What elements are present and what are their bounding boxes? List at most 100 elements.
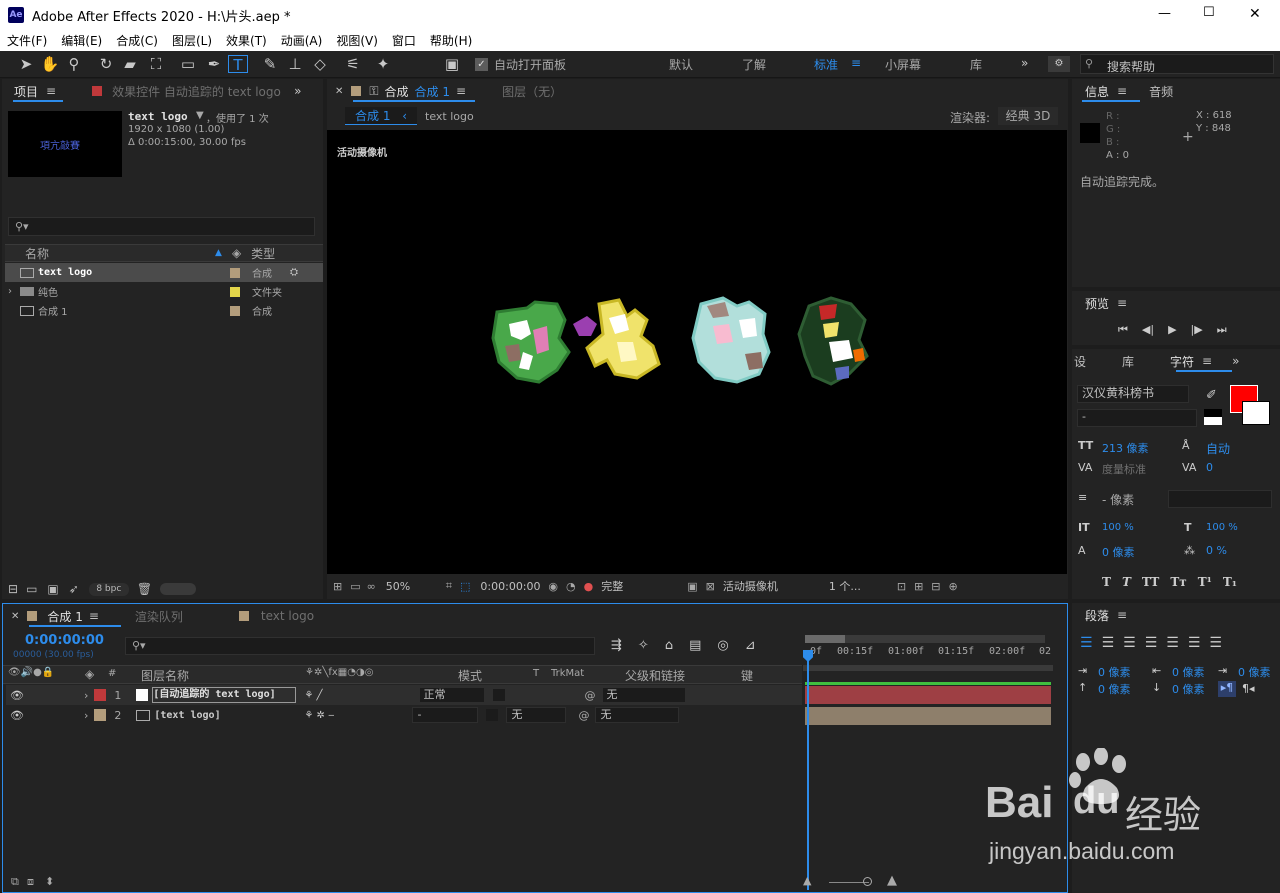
breadcrumb-text-logo[interactable]: text logo [425,110,474,123]
zoom-select[interactable]: 50% [386,580,444,593]
layer-switches-icon[interactable]: ⚘ ✲ ‒ [304,710,334,721]
comp-mini-flowchart-icon[interactable]: ⇶ [611,638,622,653]
snapping-icon[interactable]: ▣ [442,55,462,73]
always-preview-icon[interactable]: ⊞ [333,580,342,593]
reset-exposure-icon[interactable]: ⊡ [897,580,906,593]
zoom-in-icon[interactable]: ▲ [887,873,897,888]
layer-name[interactable]: [text logo] [154,710,300,721]
close-button[interactable]: ✕ [1249,6,1261,22]
sort-arrow-icon[interactable]: ▲ [215,248,222,258]
swap-colors-icon[interactable] [1204,409,1222,425]
trkmat-select[interactable]: 无 [506,707,567,723]
ltr-direction-icon[interactable]: ▸¶ [1218,681,1236,697]
preserve-transparency-toggle[interactable] [486,709,499,721]
tab-library[interactable]: 库 [1122,353,1134,370]
superscript-button[interactable]: T¹ [1198,575,1212,589]
col-type-header[interactable]: 类型 [251,245,275,262]
text-logo-tab[interactable]: text logo [261,609,314,623]
align-left-icon[interactable]: ☰ [1080,635,1093,651]
delete-icon[interactable]: 🗑 [137,582,152,596]
justify-left-icon[interactable]: ☰ [1145,635,1158,651]
indent-left-value[interactable]: 0 像素 [1098,664,1131,680]
layer-tab[interactable]: 图层（无） [502,83,562,100]
frame-blending-icon[interactable]: ▤ [689,638,701,653]
font-family-select[interactable]: 汉仪黄科榜书 [1077,385,1189,403]
preserve-transparency-toggle[interactable] [492,689,505,701]
layer-row[interactable]: 👁 › 1 [自动追踪的 text logo] ⚘ ╱ 正常 @ 无 [6,685,802,705]
close-timeline-tab-icon[interactable]: ✕ [11,611,19,622]
viewer-timecode[interactable]: 0:00:00:00 [480,580,546,593]
preview-menu-icon[interactable]: ≡ [1117,296,1127,310]
selected-item-dropdown-icon[interactable]: ▼ [196,110,204,121]
project-tab-menu-icon[interactable]: ≡ [46,84,56,98]
project-item-row[interactable]: text logo 合成 ⛭ [5,263,323,282]
project-scroll[interactable] [160,583,197,595]
faux-italic-button[interactable]: T [1122,575,1131,589]
draft-3d-icon[interactable]: ✧ [638,638,649,653]
interpret-footage-icon[interactable]: ⊟ [8,582,18,596]
justify-center-icon[interactable]: ☰ [1166,635,1179,651]
current-time-indicator[interactable] [807,660,809,890]
preview-tab[interactable]: 预览 [1085,295,1109,312]
leading-value[interactable]: 自动 [1206,440,1230,457]
toggle-transfer-icon[interactable]: ⧈ [27,875,34,889]
workspace-small-screen[interactable]: 小屏幕 [885,56,921,73]
channel-icon[interactable]: ● [584,580,594,593]
roto-brush-tool-icon[interactable]: ⚟ [343,55,363,73]
small-caps-button[interactable]: Tт [1170,575,1186,589]
selection-tool-icon[interactable]: ➤ [16,55,36,73]
comp-tab-label[interactable]: 合成 [385,83,409,100]
last-frame-icon[interactable]: ⏭ [1217,323,1227,337]
timeline-timecode[interactable]: 0:00:00:00 [25,633,104,648]
col-keys[interactable]: 键 [741,667,753,684]
render-queue-icon[interactable]: ➶ [69,582,79,596]
menu-layer[interactable]: 图层(L) [165,32,219,49]
comp-flowchart-icon[interactable]: ⊞ [914,580,923,593]
auto-open-checkbox[interactable]: ✓ [475,58,488,71]
render-queue-tab[interactable]: 渲染队列 [135,608,183,625]
comp-viewer[interactable]: 活动摄像机 [327,130,1067,574]
visibility-eye-icon[interactable]: 👁 [10,689,24,702]
fast-previews-icon[interactable]: ▣ [687,580,697,593]
project-item-row[interactable]: 合成 1 合成 [5,301,323,320]
menu-composition[interactable]: 合成(C) [109,32,165,49]
stroke-style-select[interactable] [1168,490,1272,508]
label-color[interactable] [230,305,240,316]
layer-switches-icon[interactable]: ⚘ ╱ [304,690,322,701]
col-trkmat[interactable]: TrkMat [551,668,584,679]
menu-effect[interactable]: 效果(T) [219,32,274,49]
first-frame-icon[interactable]: ⏮ [1118,323,1128,337]
eyedropper-icon[interactable]: ✐ [1206,388,1217,403]
eraser-tool-icon[interactable]: ◇ [310,55,330,73]
expand-arrow-icon[interactable]: › [8,286,12,297]
camera-tool-icon[interactable]: ▰ [120,55,140,73]
graph-editor-icon[interactable]: ⊿ [745,638,756,653]
font-style-select[interactable]: - [1077,409,1197,427]
font-size-value[interactable]: 213 像素 [1102,440,1149,456]
workspace-menu-icon[interactable]: ≡ [851,56,861,70]
resolution-select[interactable]: 完整 [601,578,683,594]
col-mode[interactable]: 模式 [458,667,482,684]
camera-select[interactable]: 活动摄像机 [723,578,823,594]
workspace-settings-icon[interactable]: ⚙ [1048,56,1070,72]
bpc-button[interactable]: 8 bpc [88,582,129,596]
faux-bold-button[interactable]: T [1102,575,1111,589]
character-more-icon[interactable]: » [1232,354,1239,368]
play-icon[interactable]: ▶ [1168,323,1176,337]
minimize-button[interactable]: — [1158,6,1171,21]
rtl-direction-icon[interactable]: ¶◂ [1242,682,1255,695]
menu-help[interactable]: 帮助(H) [423,32,479,49]
playhead-icon[interactable] [803,650,813,662]
text-tool-icon[interactable]: T [228,55,248,74]
pick-whip-icon[interactable]: @ [578,709,589,722]
rotate-tool-icon[interactable]: ↻ [96,55,116,73]
toggle-switches-icon[interactable]: ⧉ [11,875,19,889]
col-layer-name[interactable]: 图层名称 [141,667,189,684]
align-center-icon[interactable]: ☰ [1102,635,1115,651]
justify-all-icon[interactable]: ☰ [1209,635,1222,651]
tab-settings[interactable]: 设 [1074,353,1086,370]
breadcrumb-active[interactable]: 合成 1 ‹ [345,107,417,125]
vr-icon[interactable]: ∞ [367,580,376,593]
next-frame-icon[interactable]: |▶ [1191,323,1203,337]
maximize-button[interactable]: ☐ [1203,5,1215,20]
